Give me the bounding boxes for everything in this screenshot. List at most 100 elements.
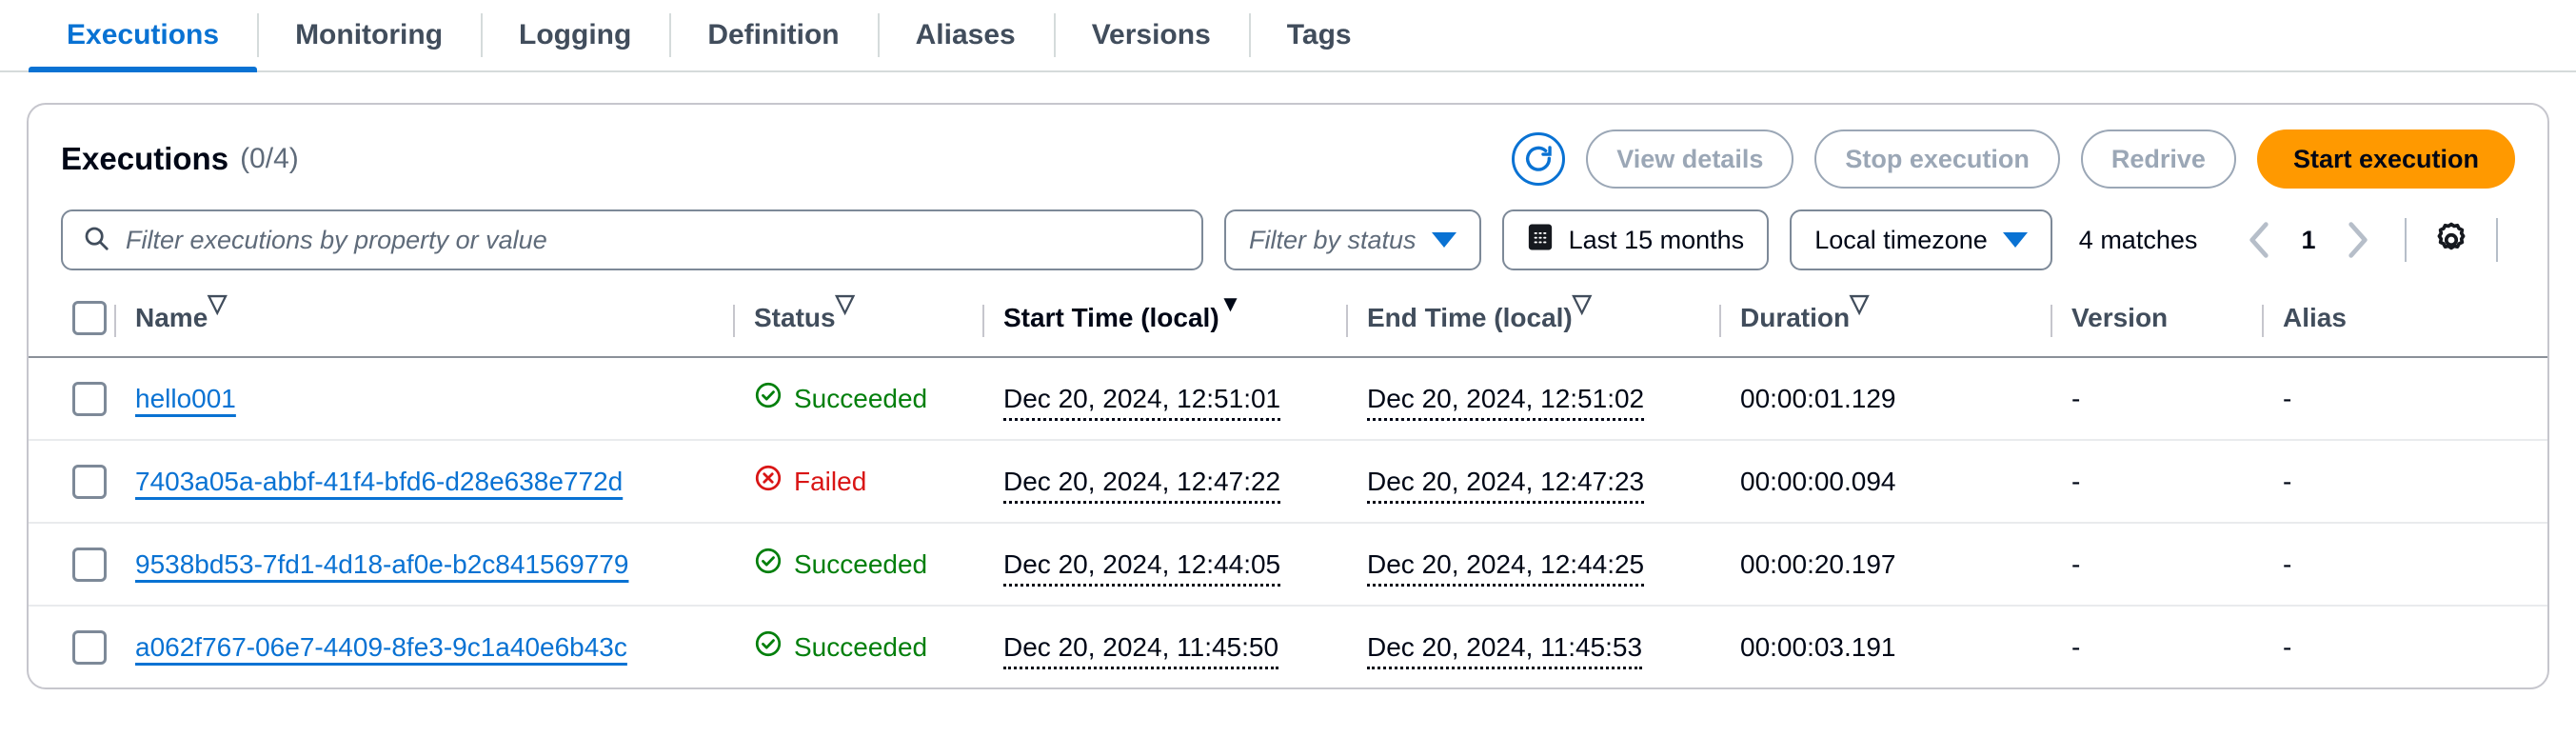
chevron-down-icon bbox=[2003, 232, 2028, 248]
cell-status: Succeeded bbox=[754, 606, 1003, 687]
cell-duration: 00:00:00.094 bbox=[1740, 440, 2071, 523]
sort-icon bbox=[208, 309, 230, 328]
row-checkbox[interactable] bbox=[72, 548, 107, 582]
column-label: Alias bbox=[2283, 303, 2347, 333]
tab-logging[interactable]: Logging bbox=[481, 0, 669, 70]
column-header-end-time[interactable]: End Time (local) bbox=[1367, 291, 1740, 357]
page-title: Executions bbox=[61, 141, 228, 177]
cell-duration: 00:00:01.129 bbox=[1740, 357, 2071, 440]
panel-header: Executions (0/4) View details Stop execu… bbox=[29, 105, 2547, 200]
cell-status: Succeeded bbox=[754, 523, 1003, 606]
version-value: - bbox=[2071, 549, 2080, 579]
alias-value: - bbox=[2283, 467, 2291, 496]
date-range-label: Last 15 months bbox=[1569, 226, 1745, 255]
start-time-value: Dec 20, 2024, 11:45:50 bbox=[1003, 632, 1278, 669]
tab-label: Aliases bbox=[916, 19, 1016, 51]
row-select-cell bbox=[29, 357, 135, 440]
sort-icon-active bbox=[1219, 309, 1242, 328]
tab-executions[interactable]: Executions bbox=[29, 0, 257, 70]
chevron-down-icon bbox=[1432, 232, 1456, 248]
column-header-name[interactable]: Name bbox=[135, 291, 754, 357]
cell-start-time: Dec 20, 2024, 12:47:22 bbox=[1003, 440, 1367, 523]
sort-icon bbox=[1573, 309, 1595, 328]
redrive-button[interactable]: Redrive bbox=[2081, 129, 2236, 189]
start-execution-button[interactable]: Start execution bbox=[2257, 129, 2515, 189]
tab-monitoring[interactable]: Monitoring bbox=[257, 0, 481, 70]
date-range-dropdown[interactable]: Last 15 months bbox=[1502, 209, 1770, 270]
select-all-header bbox=[29, 291, 135, 357]
table-row[interactable]: hello001 Succeeded Dec 20, 2024, 12:51:0… bbox=[29, 357, 2547, 440]
search-input[interactable] bbox=[126, 226, 1182, 255]
column-header-duration[interactable]: Duration bbox=[1740, 291, 2071, 357]
cell-version: - bbox=[2071, 440, 2283, 523]
gear-icon[interactable] bbox=[2427, 216, 2475, 264]
execution-name-link[interactable]: 9538bd53-7fd1-4d18-af0e-b2c841569779 bbox=[135, 549, 628, 579]
tab-bar: Executions Monitoring Logging Definition… bbox=[0, 0, 2576, 72]
end-time-value: Dec 20, 2024, 11:45:53 bbox=[1367, 632, 1642, 669]
cell-version: - bbox=[2071, 606, 2283, 687]
status-success-icon bbox=[754, 381, 783, 416]
column-label: Version bbox=[2071, 303, 2168, 333]
end-time-value: Dec 20, 2024, 12:44:25 bbox=[1367, 549, 1644, 587]
tab-versions[interactable]: Versions bbox=[1054, 0, 1249, 70]
tab-definition[interactable]: Definition bbox=[669, 0, 877, 70]
execution-name-link[interactable]: a062f767-06e7-4409-8fe3-9c1a40e6b43c bbox=[135, 632, 627, 662]
view-details-button[interactable]: View details bbox=[1586, 129, 1793, 189]
calendar-icon bbox=[1527, 223, 1554, 258]
executions-table: Name Status Start Time (local) bbox=[29, 291, 2547, 687]
stop-execution-button[interactable]: Stop execution bbox=[1814, 129, 2060, 189]
stop-execution-label: Stop execution bbox=[1845, 145, 2030, 174]
cell-end-time: Dec 20, 2024, 12:51:02 bbox=[1367, 357, 1740, 440]
row-checkbox[interactable] bbox=[72, 465, 107, 499]
column-label: Name bbox=[135, 303, 208, 333]
chevron-left-icon[interactable] bbox=[2233, 214, 2285, 266]
page-number-1[interactable]: 1 bbox=[2289, 226, 2328, 255]
search-box[interactable] bbox=[61, 209, 1203, 270]
row-select-cell bbox=[29, 606, 135, 687]
timezone-dropdown[interactable]: Local timezone bbox=[1790, 209, 2052, 270]
execution-name-link[interactable]: hello001 bbox=[135, 384, 236, 413]
sort-icon bbox=[1850, 309, 1873, 328]
status-badge: Succeeded bbox=[794, 384, 927, 414]
sort-icon bbox=[836, 309, 859, 328]
version-value: - bbox=[2071, 632, 2080, 662]
column-header-status[interactable]: Status bbox=[754, 291, 1003, 357]
chevron-right-icon[interactable] bbox=[2332, 214, 2384, 266]
column-header-start-time[interactable]: Start Time (local) bbox=[1003, 291, 1367, 357]
cell-name: 9538bd53-7fd1-4d18-af0e-b2c841569779 bbox=[135, 523, 754, 606]
column-header-alias[interactable]: Alias bbox=[2283, 291, 2547, 357]
status-badge: Succeeded bbox=[794, 549, 927, 580]
start-time-value: Dec 20, 2024, 12:51:01 bbox=[1003, 384, 1280, 421]
divider bbox=[2405, 218, 2407, 262]
version-value: - bbox=[2071, 384, 2080, 413]
select-all-checkbox[interactable] bbox=[72, 301, 107, 335]
row-checkbox[interactable] bbox=[72, 382, 107, 416]
tab-label: Versions bbox=[1092, 19, 1211, 51]
row-select-cell bbox=[29, 523, 135, 606]
table-row[interactable]: a062f767-06e7-4409-8fe3-9c1a40e6b43c Suc… bbox=[29, 606, 2547, 687]
cell-version: - bbox=[2071, 357, 2283, 440]
cell-name: hello001 bbox=[135, 357, 754, 440]
redrive-label: Redrive bbox=[2111, 145, 2206, 174]
row-checkbox[interactable] bbox=[72, 630, 107, 665]
row-select-cell bbox=[29, 440, 135, 523]
cell-alias: - bbox=[2283, 357, 2547, 440]
table-row[interactable]: 9538bd53-7fd1-4d18-af0e-b2c841569779 Suc… bbox=[29, 523, 2547, 606]
match-count: 4 matches bbox=[2079, 226, 2198, 255]
tab-aliases[interactable]: Aliases bbox=[878, 0, 1054, 70]
column-header-version[interactable]: Version bbox=[2071, 291, 2283, 357]
execution-name-link[interactable]: 7403a05a-abbf-41f4-bfd6-d28e638e772d bbox=[135, 467, 623, 496]
column-label: Duration bbox=[1740, 303, 1850, 333]
cell-end-time: Dec 20, 2024, 12:47:23 bbox=[1367, 440, 1740, 523]
cell-start-time: Dec 20, 2024, 12:44:05 bbox=[1003, 523, 1367, 606]
duration-value: 00:00:00.094 bbox=[1740, 467, 1896, 496]
start-time-value: Dec 20, 2024, 12:44:05 bbox=[1003, 549, 1280, 587]
column-label: End Time (local) bbox=[1367, 303, 1573, 333]
alias-value: - bbox=[2283, 632, 2291, 662]
tab-tags[interactable]: Tags bbox=[1249, 0, 1390, 70]
status-filter-dropdown[interactable]: Filter by status bbox=[1224, 209, 1481, 270]
refresh-icon[interactable] bbox=[1512, 132, 1565, 186]
end-time-value: Dec 20, 2024, 12:47:23 bbox=[1367, 467, 1644, 504]
table-row[interactable]: 7403a05a-abbf-41f4-bfd6-d28e638e772d Fai… bbox=[29, 440, 2547, 523]
timezone-label: Local timezone bbox=[1814, 226, 1988, 255]
